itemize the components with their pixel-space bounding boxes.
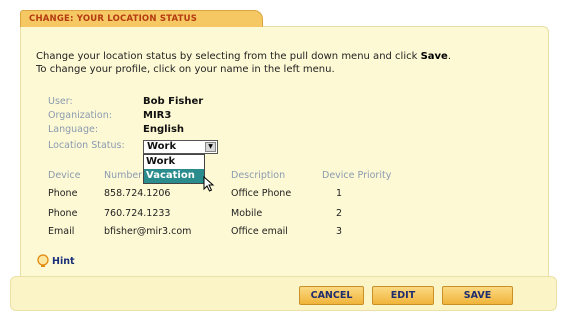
chevron-down-icon[interactable]: ▼ [205,142,216,152]
instructions-line-2: To change your profile, click on your na… [36,64,335,75]
location-status-selected: Work [147,141,177,152]
instructions-period: . [447,51,452,62]
location-status-select[interactable]: Work ▼ [143,140,218,154]
option-vacation[interactable]: Vacation [144,169,204,183]
column-header-device: Device [48,170,81,181]
cell-device: Phone [48,208,78,219]
language-label: Language: [48,124,99,135]
hint-link[interactable]: Hint [36,254,75,268]
user-label: User: [48,96,73,107]
hint-label: Hint [52,255,75,267]
cell-number: 760.724.1233 [104,208,171,219]
edit-button[interactable]: EDIT [372,286,434,305]
language-value: English [143,124,185,135]
instructions-text: Change your location status by selecting… [36,51,421,62]
lightbulb-icon [37,254,49,267]
panel-title-tab: CHANGE: YOUR LOCATION STATUS [20,10,263,27]
cell-number: 858.724.1206 [104,188,171,199]
cancel-button[interactable]: CANCEL [299,286,364,305]
instructions: Change your location status by selecting… [36,50,451,76]
cell-number: bfisher@mir3.com [104,226,192,237]
cell-description: Mobile [231,208,263,219]
location-status-dropdown: Work Vacation [143,154,205,184]
column-header-description: Description [231,170,286,181]
location-status-label: Location Status: [48,140,125,151]
cell-description: Office email [231,226,288,237]
instructions-save-word: Save [420,51,448,62]
organization-value: MIR3 [143,110,172,121]
mouse-pointer-icon [203,176,215,192]
instructions-line-1: Change your location status by selecting… [36,50,451,63]
column-header-priority: Device Priority [322,170,392,181]
option-work[interactable]: Work [144,155,204,169]
save-button[interactable]: SAVE [442,286,513,305]
column-header-number: Number [104,170,143,181]
cell-priority: 2 [336,208,343,219]
cell-priority: 1 [336,188,343,199]
user-name-link[interactable]: Bob Fisher [143,96,203,107]
cell-priority: 3 [336,226,343,237]
organization-label: Organization: [48,110,112,121]
cell-device: Phone [48,188,78,199]
cell-description: Office Phone [231,188,292,199]
cell-device: Email [48,226,75,237]
